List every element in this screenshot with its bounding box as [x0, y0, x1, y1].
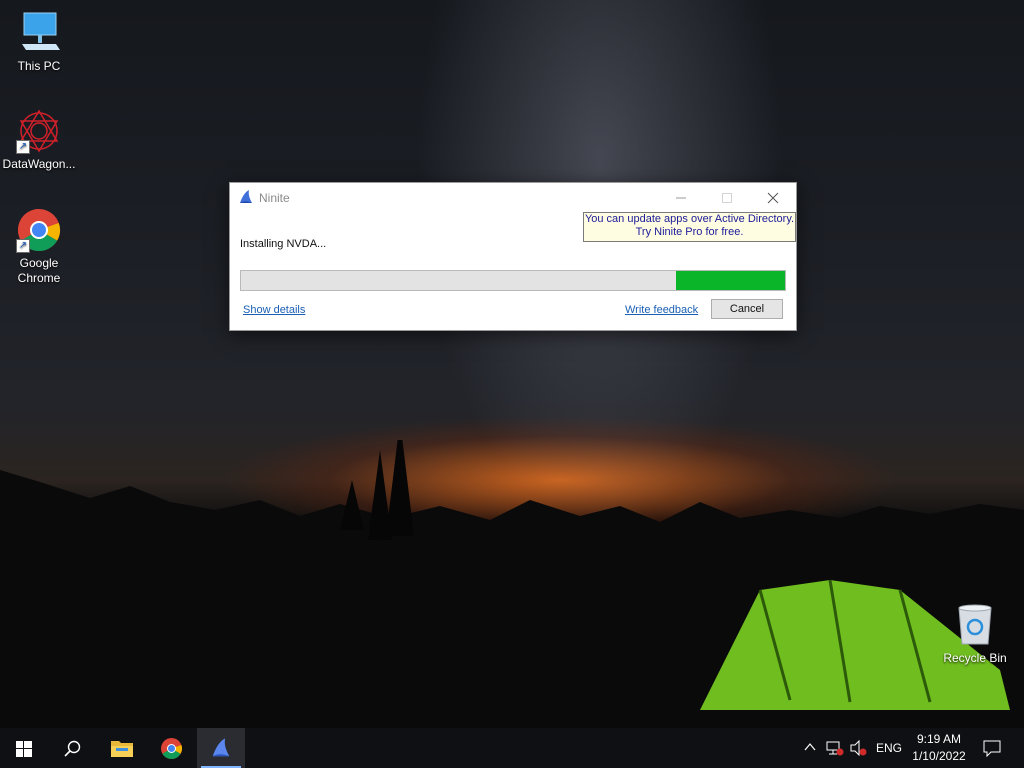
taskbar: ENG 9:19 AM 1/10/2022	[0, 728, 1024, 768]
search-button[interactable]	[48, 728, 96, 768]
install-status: Installing NVDA...	[240, 238, 327, 250]
chevron-up-icon[interactable]	[804, 742, 816, 752]
ninite-icon	[240, 190, 252, 203]
desktop-icon-recycle-bin[interactable]: Recycle Bin	[937, 602, 1013, 666]
maximize-button[interactable]	[704, 183, 750, 213]
computer-icon	[16, 10, 62, 56]
clock[interactable]: 9:19 AM 1/10/2022	[906, 731, 972, 765]
shortcut-arrow-icon: ↗	[16, 239, 30, 253]
desktop-icon-label: This PC	[17, 59, 61, 73]
show-details-link[interactable]: Show details	[243, 304, 305, 316]
install-progress-bar	[240, 270, 786, 291]
desktop-icon-label: Google Chrome	[17, 256, 61, 285]
search-icon	[64, 740, 81, 757]
desktop-icon-this-pc[interactable]: This PC	[1, 10, 77, 74]
clock-time: 9:19 AM	[916, 732, 962, 746]
notifications-icon[interactable]	[983, 739, 1001, 757]
desktop-icon-datawagon[interactable]: ↗ DataWagon...	[1, 108, 77, 172]
maximize-icon	[722, 193, 732, 203]
datawagon-icon: ↗	[16, 108, 62, 154]
chrome-icon	[161, 738, 183, 760]
minimize-icon	[676, 197, 686, 199]
clock-date: 1/10/2022	[912, 749, 966, 763]
taskbar-chrome[interactable]	[148, 728, 196, 768]
taskbar-file-explorer[interactable]	[98, 728, 146, 768]
ninite-window: Ninite You can update apps over Active D…	[229, 182, 797, 331]
file-explorer-icon	[111, 741, 133, 757]
title-bar[interactable]: Ninite	[230, 183, 796, 213]
shortcut-arrow-icon: ↗	[16, 140, 30, 154]
promo-line-1: You can update apps over Active Director…	[584, 213, 795, 225]
progress-fill	[676, 271, 785, 290]
close-icon	[767, 192, 779, 204]
promo-line-2: Try Ninite Pro for free.	[635, 226, 744, 238]
desktop: This PC ↗ DataWagon... ↗ Google Chrome R…	[0, 0, 1024, 728]
taskbar-ninite[interactable]	[197, 728, 245, 768]
desktop-icon-label: DataWagon...	[2, 157, 76, 171]
window-title: Ninite	[259, 191, 290, 205]
close-button[interactable]	[750, 183, 796, 213]
minimize-button[interactable]	[658, 183, 704, 213]
volume-icon[interactable]	[850, 740, 868, 756]
mountain-silhouette	[0, 440, 1024, 728]
start-button[interactable]	[0, 728, 48, 768]
network-icon[interactable]	[826, 740, 844, 756]
ninite-pro-promo[interactable]: You can update apps over Active Director…	[583, 212, 796, 242]
desktop-icon-google-chrome[interactable]: ↗ Google Chrome	[1, 207, 77, 286]
chrome-icon: ↗	[16, 207, 62, 253]
language-indicator[interactable]: ENG	[876, 741, 902, 755]
desktop-icon-label: Recycle Bin	[943, 651, 1007, 665]
start-icon	[16, 741, 32, 757]
recycle-bin-icon	[952, 602, 998, 648]
write-feedback-link[interactable]: Write feedback	[625, 304, 698, 316]
cancel-button[interactable]: Cancel	[711, 299, 783, 319]
ninite-icon	[212, 738, 230, 757]
